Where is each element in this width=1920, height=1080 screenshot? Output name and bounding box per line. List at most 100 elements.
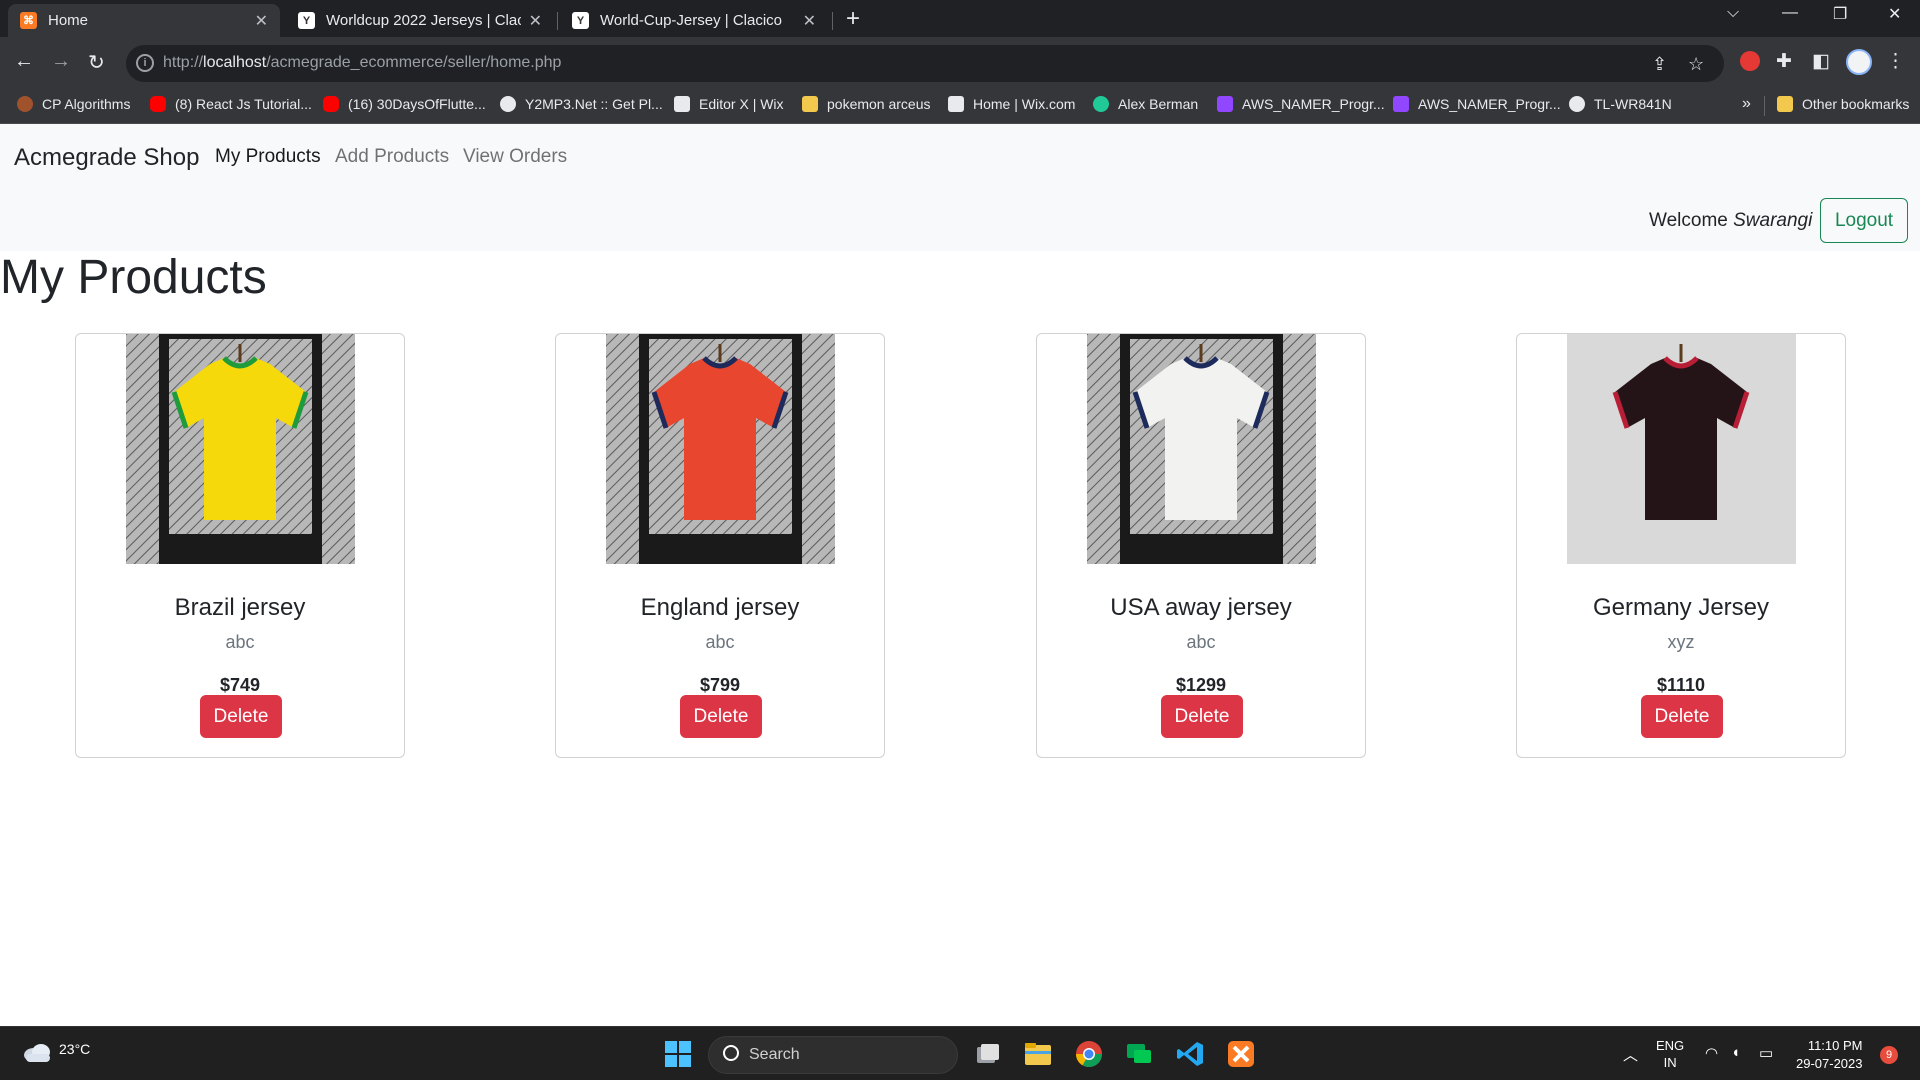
username: Swarangi <box>1733 210 1813 231</box>
windows-start-icon[interactable] <box>663 1039 693 1069</box>
close-icon[interactable]: ✕ <box>255 11 268 31</box>
youtube-icon <box>323 96 339 112</box>
bookmark-item[interactable]: Home | Wix.com <box>948 96 1075 112</box>
bookmark-label: TL-WR841N <box>1594 96 1672 112</box>
region-code: IN <box>1663 1055 1677 1070</box>
chrome-icon[interactable] <box>1074 1039 1104 1069</box>
reload-icon[interactable]: ↻ <box>88 50 105 75</box>
delete-button[interactable]: Delete <box>680 695 762 738</box>
clacico-icon: Y <box>572 12 589 29</box>
tab-search-chevron-icon[interactable]: ⌵ <box>1727 4 1739 22</box>
bookmark-star-icon[interactable]: ☆ <box>1688 54 1704 75</box>
jersey-illustration <box>1567 334 1796 564</box>
other-bookmarks[interactable]: Other bookmarks <box>1777 96 1909 112</box>
battery-icon[interactable]: ▭ <box>1759 1044 1773 1062</box>
taskbar-search-box[interactable]: Search <box>708 1036 958 1074</box>
globe-icon <box>1569 96 1585 112</box>
windows-taskbar: 23°C Search ︿ ENG IN ◠ ◖ ▭ 11:10 PM 29-0… <box>0 1026 1920 1080</box>
bookmark-label: Editor X | Wix <box>699 96 784 112</box>
browser-tab-worldcup-jerseys[interactable]: Y Worldcup 2022 Jerseys | Clacico ✕ <box>286 4 554 37</box>
bookmarks-bar: CP Algorithms (8) React Js Tutorial... (… <box>0 89 1920 124</box>
profile-avatar[interactable] <box>1846 49 1872 75</box>
search-icon <box>723 1045 739 1061</box>
tab-title: World-Cup-Jersey | Clacico <box>600 12 782 29</box>
browser-tab-home[interactable]: ⌘ Home ✕ <box>8 4 280 37</box>
taskbar-search-label: Search <box>749 1046 800 1063</box>
product-image <box>606 334 835 564</box>
site-info-icon[interactable]: i <box>136 54 154 72</box>
browser-tab-world-cup-jersey[interactable]: Y World-Cup-Jersey | Clacico ✕ <box>560 4 828 37</box>
menu-kebab-icon[interactable]: ⋮ <box>1886 50 1905 73</box>
nav-link-my-products[interactable]: My Products <box>215 146 321 168</box>
restore-icon[interactable]: ❐ <box>1833 4 1847 24</box>
clock-date: 29-07-2023 <box>1796 1056 1863 1071</box>
product-card: England jersey abc $799 Delete <box>555 333 885 758</box>
bookmark-item[interactable]: (16) 30DaysOfFlutte... <box>323 96 486 112</box>
product-price: $749 <box>219 675 261 695</box>
nav-link-add-products[interactable]: Add Products <box>335 146 449 168</box>
close-icon[interactable]: ✕ <box>803 11 816 31</box>
close-icon[interactable]: ✕ <box>529 11 542 31</box>
jersey-illustration <box>126 334 355 564</box>
bookmark-label: CP Algorithms <box>42 96 131 112</box>
more-bookmarks-chevron[interactable]: » <box>1742 95 1751 113</box>
forward-arrow-icon[interactable]: → <box>51 50 71 73</box>
brand-logo-text[interactable]: Acmegrade Shop <box>14 144 199 172</box>
language-indicator[interactable]: ENG IN <box>1656 1037 1684 1071</box>
site-navbar: Acmegrade Shop My Products Add Products … <box>0 124 1920 251</box>
weather-temperature[interactable]: 23°C <box>59 1041 90 1057</box>
product-price: $1299 <box>1175 675 1227 695</box>
file-explorer-icon[interactable] <box>1023 1039 1053 1069</box>
new-tab-plus-icon[interactable]: + <box>846 5 860 33</box>
product-description: xyz <box>1667 632 1695 652</box>
bookmark-item[interactable]: Y2MP3.Net :: Get Pl... <box>500 96 663 112</box>
vscode-icon[interactable] <box>1175 1039 1205 1069</box>
cloud-weather-icon[interactable] <box>22 1041 52 1063</box>
delete-button[interactable]: Delete <box>1641 695 1723 738</box>
address-bar[interactable]: i http://localhost/acmegrade_ecommerce/s… <box>126 45 1724 82</box>
bookmark-item[interactable]: CP Algorithms <box>17 96 130 112</box>
delete-button[interactable]: Delete <box>1161 695 1243 738</box>
side-panel-icon[interactable]: ◧ <box>1812 50 1830 73</box>
product-card: USA away jersey abc $1299 Delete <box>1036 333 1366 758</box>
product-description: abc <box>705 632 735 652</box>
tab-divider <box>557 12 558 30</box>
folder-icon <box>802 96 818 112</box>
extensions-puzzle-icon[interactable]: ✚ <box>1776 50 1792 73</box>
product-description: abc <box>225 632 255 652</box>
twitch-icon <box>1217 96 1233 112</box>
bookmark-favicon-icon <box>1093 96 1109 112</box>
bookmark-label: (8) React Js Tutorial... <box>175 96 312 112</box>
close-window-icon[interactable]: ✕ <box>1888 4 1901 24</box>
xampp-icon[interactable] <box>1226 1039 1256 1069</box>
logout-button[interactable]: Logout <box>1820 198 1908 243</box>
extension-red-icon[interactable] <box>1740 51 1760 71</box>
minimize-icon[interactable]: — <box>1782 4 1798 22</box>
bookmark-item[interactable]: AWS_NAMER_Progr... <box>1217 96 1385 112</box>
back-arrow-icon[interactable]: ← <box>14 50 34 73</box>
bookmark-item[interactable]: Alex Berman <box>1093 96 1198 112</box>
wix-icon <box>674 96 690 112</box>
bookmark-item[interactable]: AWS_NAMER_Progr... <box>1393 96 1561 112</box>
share-icon[interactable]: ⇪ <box>1652 54 1667 75</box>
volume-icon[interactable]: ◖ <box>1731 1044 1740 1061</box>
jersey-illustration <box>1087 334 1316 564</box>
nav-link-view-orders[interactable]: View Orders <box>463 146 567 168</box>
delete-button[interactable]: Delete <box>200 695 282 738</box>
bookmark-item[interactable]: (8) React Js Tutorial... <box>150 96 312 112</box>
bookmark-item[interactable]: pokemon arceus <box>802 96 931 112</box>
xampp-icon: ⌘ <box>20 12 37 29</box>
bookmark-label: Other bookmarks <box>1802 96 1910 112</box>
chat-app-icon[interactable] <box>1124 1039 1154 1069</box>
bookmark-item[interactable]: TL-WR841N <box>1569 96 1672 112</box>
bookmark-item[interactable]: Editor X | Wix <box>674 96 784 112</box>
task-view-icon[interactable] <box>973 1039 1003 1069</box>
notification-badge[interactable]: 9 <box>1880 1046 1898 1064</box>
product-name: Brazil jersey <box>174 594 306 621</box>
system-clock[interactable]: 11:10 PM 29-07-2023 <box>1796 1037 1863 1073</box>
product-image <box>1087 334 1316 564</box>
chevron-up-icon[interactable]: ︿ <box>1623 1044 1638 1065</box>
youtube-icon <box>150 96 166 112</box>
wifi-icon[interactable]: ◠ <box>1705 1044 1718 1062</box>
url-text[interactable]: http://localhost/acmegrade_ecommerce/sel… <box>163 54 561 72</box>
